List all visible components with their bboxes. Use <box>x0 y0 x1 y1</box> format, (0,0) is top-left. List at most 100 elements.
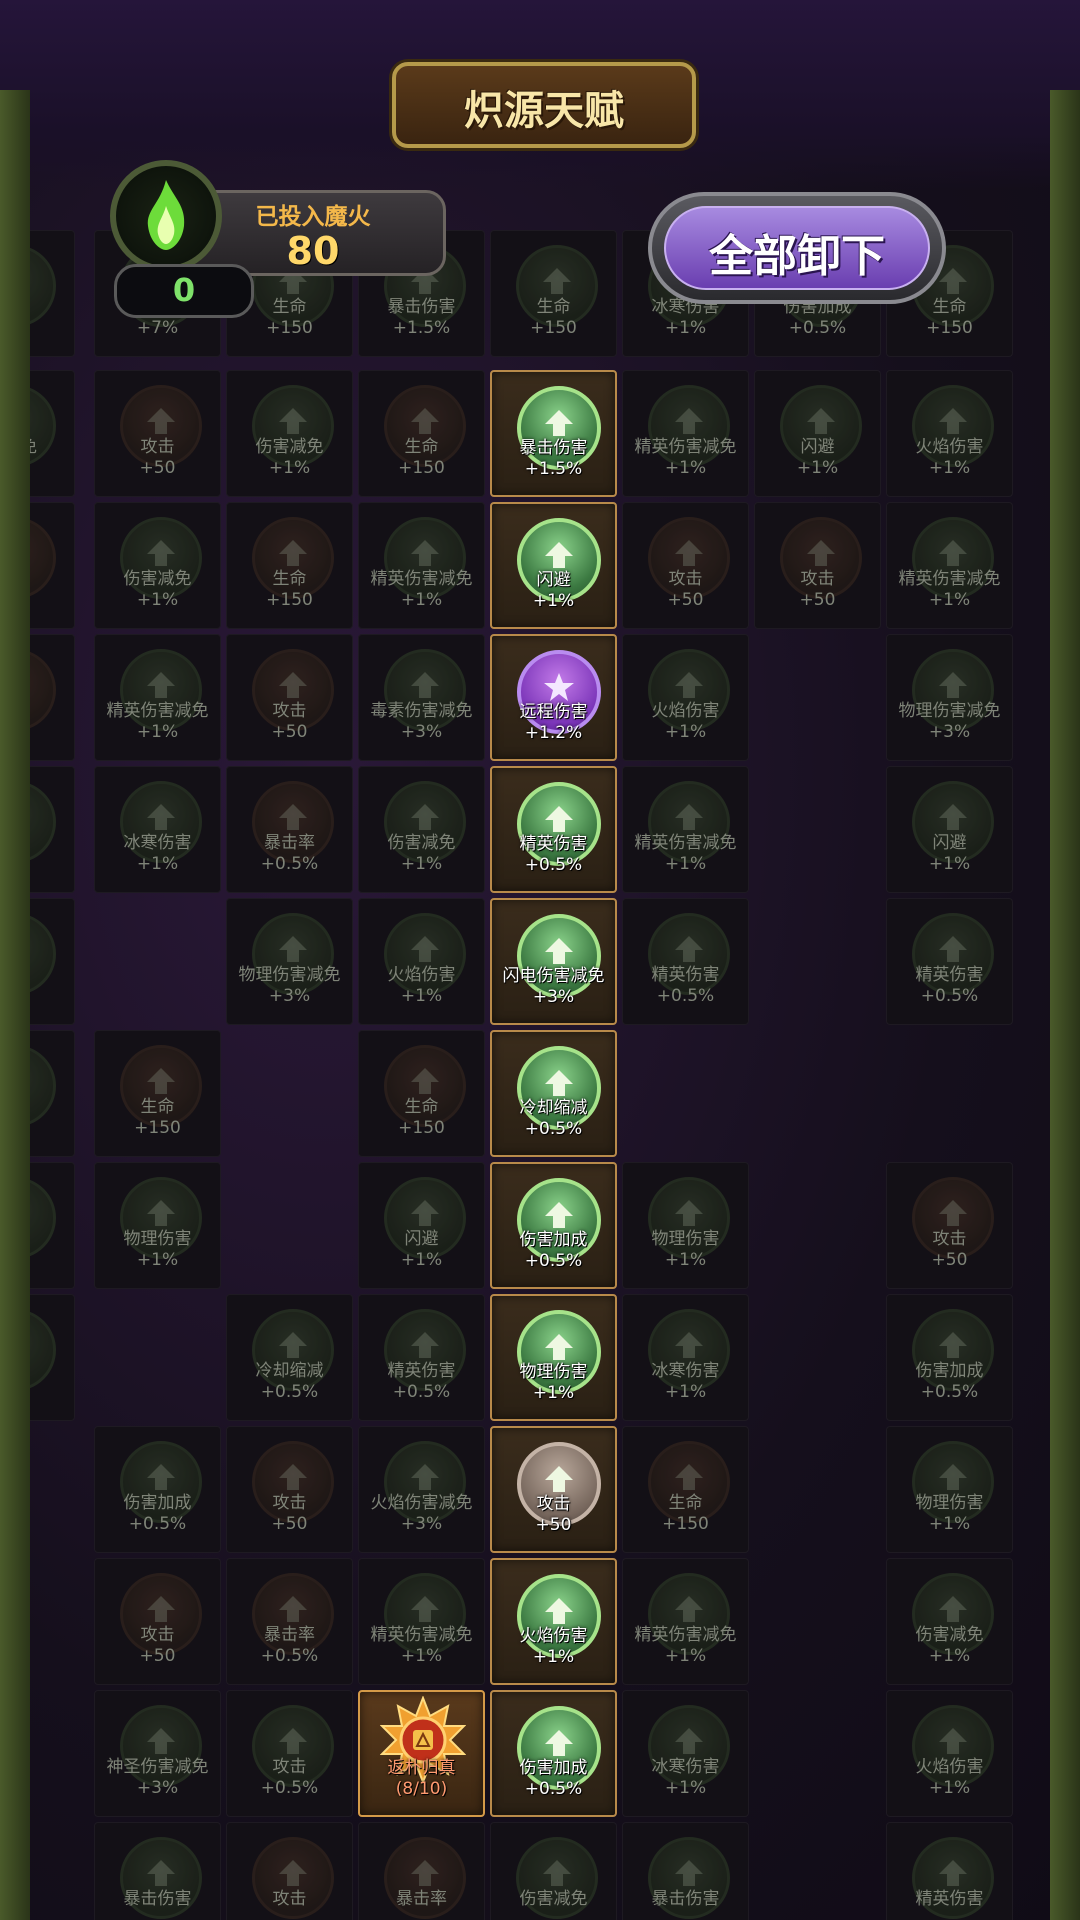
talent-node[interactable]: 精英伤害减免 +1% <box>94 634 221 761</box>
talent-node[interactable]: 攻击 +50 <box>490 1426 617 1553</box>
unload-all-button-face[interactable]: 全部卸下 <box>664 206 930 290</box>
talent-node[interactable]: 伤害加成 +0.5% <box>490 1162 617 1289</box>
talent-node[interactable]: 火焰伤害 +1% <box>490 1558 617 1685</box>
talent-node[interactable]: 物理伤害 +1% <box>94 1162 221 1289</box>
talent-node[interactable]: 攻击 +50 <box>754 502 881 629</box>
talent-node[interactable]: 暴击伤害 <box>622 1822 749 1920</box>
arrow-up-icon <box>147 1200 175 1226</box>
talent-node[interactable]: 冰寒伤害 +1% <box>622 1690 749 1817</box>
talent-node[interactable]: 攻击 +50 <box>226 1426 353 1553</box>
talent-node[interactable]: 伤害加成 +0.5% <box>490 1690 617 1817</box>
talent-node[interactable]: 精英伤害减免 +1% <box>622 370 749 497</box>
talent-node[interactable]: 伤害加成 +0.5% <box>94 1426 221 1553</box>
arrow-up-icon <box>147 1464 175 1490</box>
talent-node[interactable]: 精英伤害减免 +1% <box>622 766 749 893</box>
talent-node[interactable]: 神圣伤害减免 +3% <box>94 1690 221 1817</box>
talent-node[interactable]: 暴击伤害 <box>94 1822 221 1920</box>
talent-node[interactable]: 精英伤害 +0.5% <box>358 1294 485 1421</box>
talent-node[interactable]: 伤害减免 +1% <box>358 766 485 893</box>
talent-node-value: +0.5% <box>392 1382 451 1402</box>
talent-node[interactable]: 精英伤害 +0.5% <box>490 766 617 893</box>
talent-node[interactable]: 伤害减免 +1% <box>94 502 221 629</box>
talent-node[interactable]: 物理伤害 +1% <box>622 1162 749 1289</box>
talent-node[interactable]: 精英伤害减免 +1% <box>886 502 1013 629</box>
talent-node[interactable]: 暴击率 +0.5% <box>226 1558 353 1685</box>
arrow-up-icon <box>147 1728 175 1754</box>
arrow-up-icon <box>939 1464 967 1490</box>
talent-node[interactable]: 攻击 <box>226 1822 353 1920</box>
talent-node[interactable]: 物理伤害减免 +3% <box>226 898 353 1025</box>
talent-node[interactable]: 火焰伤害 +1% <box>886 370 1013 497</box>
talent-node[interactable]: 闪避 +1% <box>754 370 881 497</box>
talent-node[interactable]: 精英伤害减免 +1% <box>622 1558 749 1685</box>
talent-node-name: 攻击 <box>668 569 703 589</box>
talent-node-name: 暴击率 <box>264 1625 315 1645</box>
talent-node[interactable]: 暴击率 +0.5% <box>226 766 353 893</box>
talent-node[interactable]: 生命 +150 <box>226 502 353 629</box>
talent-node[interactable]: 火焰伤害减免 +3% <box>358 1426 485 1553</box>
talent-node[interactable]: 攻击 +50 <box>622 502 749 629</box>
arrow-up-icon <box>279 1860 307 1886</box>
talent-node-name: 精英伤害减免 <box>898 569 1001 589</box>
talent-node[interactable]: 闪避 +1% <box>886 766 1013 893</box>
talent-node[interactable]: 攻击 +50 <box>226 634 353 761</box>
talent-node[interactable]: 毒素伤害减免 +3% <box>358 634 485 761</box>
talent-node[interactable]: 闪避 +1% <box>358 1162 485 1289</box>
talent-node[interactable]: 暴击伤害 +1.5% <box>490 370 617 497</box>
talent-node[interactable]: 冰寒伤害 +1% <box>622 1294 749 1421</box>
talent-node-value: +0.5% <box>128 1514 187 1534</box>
talent-node[interactable]: 攻击 +0.5% <box>226 1690 353 1817</box>
talent-node-name: 暴击率 <box>264 833 315 853</box>
arrow-up-icon <box>147 804 175 830</box>
arrow-up-icon <box>545 410 573 436</box>
talent-node[interactable]: 伤害减免 <box>490 1822 617 1920</box>
unload-all-button[interactable]: 全部卸下 <box>648 192 946 304</box>
talent-node[interactable]: 火焰伤害 +1% <box>358 898 485 1025</box>
talent-node[interactable]: 伤害减免 +1% <box>886 1558 1013 1685</box>
talent-node-name: 伤害加成 <box>123 1493 192 1513</box>
talent-node-name: 攻击 <box>932 1229 967 1249</box>
talent-node[interactable]: 暴击率 <box>358 1822 485 1920</box>
talent-node[interactable]: 冷却缩减 +0.5% <box>490 1030 617 1157</box>
arrow-up-icon <box>675 1464 703 1490</box>
talent-node[interactable]: 远程伤害 +1.2% <box>490 634 617 761</box>
talent-node[interactable]: 生命 +150 <box>490 230 617 357</box>
talent-node[interactable]: 生命 +150 <box>94 1030 221 1157</box>
arrow-up-icon <box>545 542 573 568</box>
talent-node[interactable]: 伤害减免 +1% <box>226 370 353 497</box>
talent-node[interactable]: 生命 +150 <box>358 370 485 497</box>
talent-node-name: 火焰伤害 <box>519 1626 588 1646</box>
talent-node[interactable]: 冷却缩减 +0.5% <box>226 1294 353 1421</box>
talent-node[interactable]: 物理伤害 +1% <box>490 1294 617 1421</box>
talent-node[interactable]: 伤害加成 +0.5% <box>886 1294 1013 1421</box>
talent-node[interactable]: 生命 +150 <box>358 1030 485 1157</box>
talent-node[interactable]: 物理伤害减免 +3% <box>886 634 1013 761</box>
talent-node[interactable]: 返朴归真 (8/10) <box>358 1690 485 1817</box>
talent-node-name: 生命 <box>140 1097 175 1117</box>
talent-node-value: +1% <box>136 854 179 874</box>
talent-node[interactable]: 精英伤害减免 +1% <box>358 502 485 629</box>
talent-node[interactable]: 精英伤害减免 +1% <box>358 1558 485 1685</box>
talent-node[interactable]: 生命 +150 <box>622 1426 749 1553</box>
talent-node[interactable]: 物理伤害 +1% <box>886 1426 1013 1553</box>
talent-node[interactable]: 攻击 +50 <box>94 370 221 497</box>
arrow-up-icon <box>675 1332 703 1358</box>
talent-node[interactable]: 冰寒伤害 +1% <box>94 766 221 893</box>
talent-node[interactable]: 火焰伤害 +1% <box>886 1690 1013 1817</box>
arrow-up-icon <box>545 1598 573 1624</box>
talent-node-name: 暴击伤害 <box>651 1889 720 1909</box>
magic-fire-panel: 已投入魔火 80 0 <box>100 160 450 318</box>
talent-node-value: +1% <box>664 1382 707 1402</box>
talent-node-name: 攻击 <box>140 1625 175 1645</box>
talent-node-name: 火焰伤害 <box>387 965 456 985</box>
talent-node-value: +150 <box>266 318 313 338</box>
talent-node[interactable]: 精英伤害 +0.5% <box>622 898 749 1025</box>
talent-node[interactable]: 精英伤害 <box>886 1822 1013 1920</box>
talent-node[interactable]: 攻击 +50 <box>886 1162 1013 1289</box>
talent-node-value: +50 <box>139 458 176 478</box>
talent-node[interactable]: 闪电伤害减免 +3% <box>490 898 617 1025</box>
talent-node[interactable]: 攻击 +50 <box>94 1558 221 1685</box>
talent-node[interactable]: 精英伤害 +0.5% <box>886 898 1013 1025</box>
talent-node[interactable]: 火焰伤害 +1% <box>622 634 749 761</box>
talent-node[interactable]: 闪避 +1% <box>490 502 617 629</box>
